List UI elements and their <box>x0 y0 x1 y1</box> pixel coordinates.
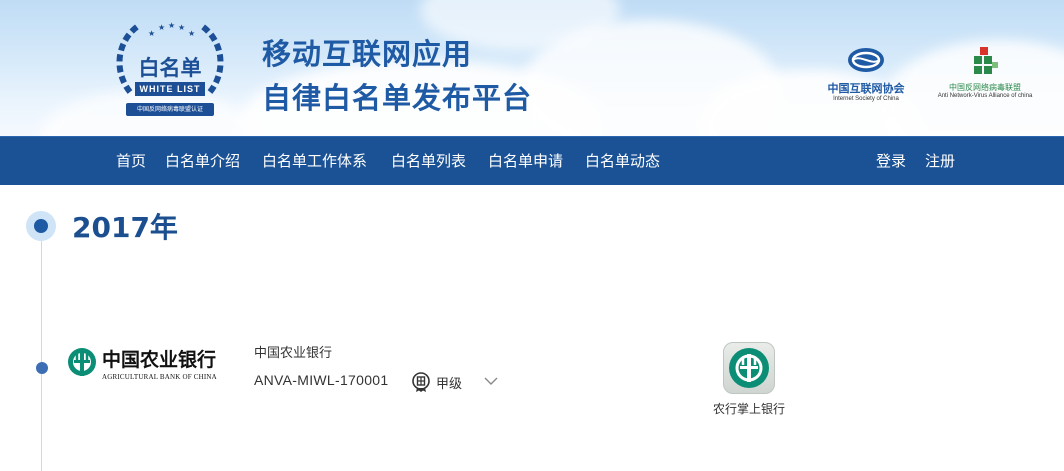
svg-text:★: ★ <box>158 23 165 32</box>
site-title: 移动互联网应用 自律白名单发布平台 <box>262 32 532 120</box>
company-logo-name: 中国农业银行 <box>102 349 217 371</box>
partner-name: 中国互联网协会 <box>827 82 905 95</box>
login-link[interactable]: 登录 <box>876 137 906 186</box>
app-name[interactable]: 农行掌上银行 <box>708 399 790 419</box>
partner-anva-logo[interactable]: 中国反网络病毒联盟 Anti Network-Virus Alliance of… <box>928 46 1042 99</box>
company-logo[interactable]: 中国农业银行 AGRICULTURAL BANK OF CHINA <box>66 344 217 388</box>
main-nav: 首页 白名单介绍 白名单工作体系 白名单列表 白名单申请 白名单动态 登录 注册 <box>0 136 1064 185</box>
company-name: 中国农业银行 <box>254 346 333 361</box>
svg-text:★: ★ <box>168 21 175 30</box>
abc-bank-emblem-icon <box>68 348 96 376</box>
app-icon[interactable] <box>723 342 775 394</box>
isc-globe-icon <box>848 48 884 72</box>
badge-ribbon: 中国反网络病毒联盟认证 <box>126 103 214 116</box>
nav-item-home[interactable]: 首页 <box>116 137 146 186</box>
partner-name-en: Internet Society of China <box>833 96 899 102</box>
chevron-down-icon[interactable] <box>483 374 499 388</box>
site-title-line2: 自律白名单发布平台 <box>262 81 533 115</box>
timeline-entry-marker <box>36 362 48 374</box>
svg-text:★: ★ <box>188 29 195 38</box>
nav-item-apply[interactable]: 白名单申请 <box>488 137 563 186</box>
nav-item-intro[interactable]: 白名单介绍 <box>165 137 240 186</box>
register-link[interactable]: 注册 <box>925 137 955 186</box>
whitelist-level: 甲级 <box>436 377 463 392</box>
nav-item-list[interactable]: 白名单列表 <box>391 137 466 186</box>
abc-bank-emblem-icon <box>735 354 763 382</box>
nav-item-work-system[interactable]: 白名单工作体系 <box>262 137 367 186</box>
whitelist-id: ANVA-MIWL-170001 <box>254 372 389 388</box>
header-banner: ★ ★ ★ ★ ★ 白名单 WHITE LIST 中国反网络病毒联盟认证 移动互… <box>0 0 1064 136</box>
badge-subtitle: WHITE LIST <box>135 82 205 96</box>
certificate-badge-icon <box>412 372 430 392</box>
whitelist-badge-logo[interactable]: ★ ★ ★ ★ ★ 白名单 WHITE LIST 中国反网络病毒联盟认证 <box>108 14 232 124</box>
timeline-year: 2017年 <box>72 211 178 244</box>
svg-text:★: ★ <box>178 23 185 32</box>
company-logo-name-en: AGRICULTURAL BANK OF CHINA <box>102 373 217 381</box>
timeline-year-marker <box>26 211 56 241</box>
anva-blocks-icon <box>974 47 998 74</box>
partner-name-en: Anti Network-Virus Alliance of china <box>937 93 1033 99</box>
timeline-line <box>41 228 42 471</box>
svg-text:★: ★ <box>148 29 155 38</box>
badge-title: 白名单 <box>138 56 202 80</box>
partner-name: 中国反网络病毒联盟 <box>949 83 1021 92</box>
site-title-line1: 移动互联网应用 <box>262 37 473 71</box>
partner-isc-logo[interactable]: 中国互联网协会 Internet Society of China <box>814 46 918 102</box>
nav-item-news[interactable]: 白名单动态 <box>585 137 660 186</box>
